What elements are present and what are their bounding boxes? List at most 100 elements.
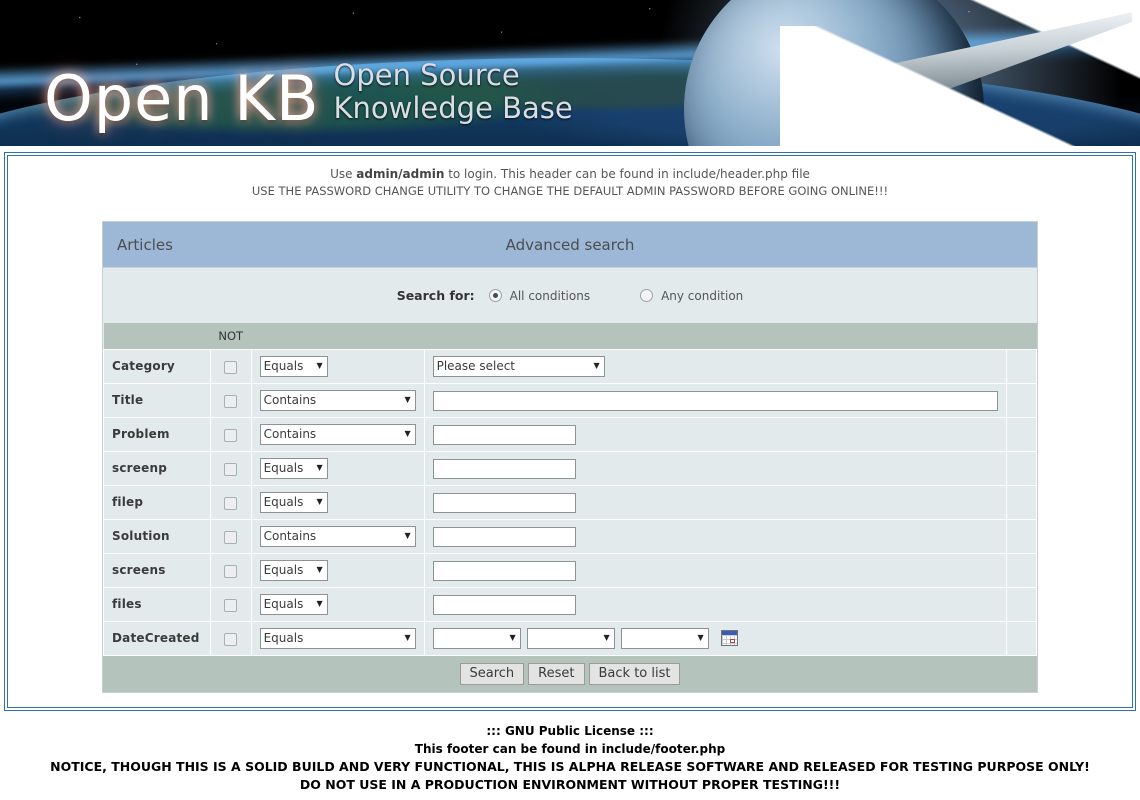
criteria-not-cell — [209, 484, 252, 520]
criteria-field-label: screens — [103, 552, 211, 588]
notice-credentials: admin/admin — [356, 167, 445, 181]
category-select[interactable]: Please select — [432, 355, 605, 377]
notice-post: to login. This header can be found in in… — [444, 167, 810, 181]
operator-select[interactable]: EqualsContains — [259, 627, 416, 649]
radio-all-conditions-indicator[interactable] — [488, 289, 502, 303]
criteria-value-cell — [423, 518, 1007, 554]
criteria-row: Solution EqualsContains▼ — [103, 518, 1038, 554]
logo-tagline: Open Source Knowledge Base — [334, 59, 573, 130]
criteria-row: files EqualsContains▼ — [103, 586, 1038, 622]
header-notice-line2: USE THE PASSWORD CHANGE UTILITY TO CHANG… — [251, 184, 889, 199]
not-checkbox[interactable] — [224, 428, 238, 442]
criteria-trailing-cell — [1005, 518, 1038, 554]
criteria-row: screens EqualsContains▼ — [103, 552, 1038, 588]
criteria-not-cell — [209, 586, 252, 622]
criteria-value-cell — [423, 416, 1007, 452]
radio-any-condition-label: Any condition — [661, 288, 744, 303]
search-button[interactable]: Search — [459, 662, 525, 685]
logo-tagline-line2: Knowledge Base — [333, 90, 573, 125]
criteria-field-label: files — [103, 586, 211, 622]
not-checkbox[interactable] — [224, 598, 238, 612]
criteria-operator-cell: EqualsContains▼ — [250, 620, 425, 656]
not-checkbox[interactable] — [224, 462, 238, 476]
criteria-header-not: NOT — [210, 323, 252, 350]
operator-select[interactable]: EqualsContains — [259, 457, 328, 479]
criteria-trailing-cell — [1005, 382, 1038, 418]
criteria-trailing-cell — [1005, 484, 1038, 520]
criteria-operator-cell: EqualsContains▼ — [250, 518, 425, 554]
not-checkbox[interactable] — [224, 394, 238, 408]
radio-all-conditions-label: All conditions — [509, 288, 591, 303]
footer-line-warning: DO NOT USE IN A PRODUCTION ENVIRONMENT W… — [299, 777, 841, 793]
criteria-trailing-cell — [1005, 620, 1038, 656]
criteria-row: DateCreated EqualsContains▼▼▼▼ — [103, 620, 1038, 656]
criteria-operator-cell: EqualsContains▼ — [250, 382, 425, 418]
not-checkbox[interactable] — [224, 530, 238, 544]
logo-tagline-line1: Open Source — [333, 58, 520, 93]
not-checkbox[interactable] — [224, 632, 238, 646]
operator-select[interactable]: EqualsContains — [259, 559, 328, 581]
page-panel-inner: Use admin/admin to login. This header ca… — [7, 155, 1133, 708]
not-checkbox[interactable] — [224, 360, 238, 374]
criteria-field-label: Title — [103, 382, 211, 418]
operator-select[interactable]: EqualsContains — [259, 355, 328, 377]
not-checkbox[interactable] — [224, 496, 238, 510]
criteria-trailing-cell — [1005, 416, 1038, 452]
criteria-trailing-cell — [1005, 552, 1038, 588]
radio-all-conditions[interactable]: All conditions — [488, 288, 591, 303]
criteria-field-label: DateCreated — [103, 620, 211, 656]
criteria-row: filep EqualsContains▼ — [103, 484, 1038, 520]
radio-any-condition-indicator[interactable] — [640, 289, 654, 303]
footer-line-notice: NOTICE, THOUGH THIS IS A SOLID BUILD AND… — [50, 758, 1090, 774]
operator-select[interactable]: EqualsContains — [259, 389, 416, 411]
site-logo: Open KB Open Source Knowledge Base — [44, 59, 573, 130]
card-title-left: Articles — [117, 235, 173, 254]
criteria-value-input[interactable] — [432, 526, 576, 547]
criteria-table-body: CategoryEqualsContains▼Please select▼Tit… — [103, 348, 1038, 656]
header-notice: Use admin/admin to login. This header ca… — [8, 166, 1132, 200]
date-part-select-3[interactable] — [620, 627, 709, 649]
criteria-row: Title EqualsContains▼ — [103, 382, 1038, 418]
operator-select[interactable]: EqualsContains — [259, 491, 328, 513]
search-for-label: Search for: — [396, 288, 475, 304]
criteria-not-cell — [209, 416, 252, 452]
criteria-value-input[interactable] — [432, 424, 576, 445]
criteria-value-input[interactable] — [432, 560, 576, 581]
criteria-value-cell — [423, 586, 1007, 622]
search-criteria-table: NOT Category EqualsContains▼ Please select… — [103, 323, 1038, 656]
calendar-picker-icon[interactable] — [720, 629, 738, 646]
criteria-not-cell — [209, 620, 252, 656]
card-title-center: Advanced search — [505, 235, 635, 254]
not-checkbox[interactable] — [224, 564, 238, 578]
criteria-value-input[interactable] — [432, 390, 998, 411]
notice-pre: Use — [330, 167, 357, 181]
criteria-field-label: Category — [103, 348, 211, 384]
operator-select[interactable]: EqualsContains — [259, 525, 416, 547]
criteria-not-cell — [209, 552, 252, 588]
radio-any-condition[interactable]: Any condition — [640, 289, 743, 303]
criteria-not-cell — [209, 348, 252, 384]
page-panel-outer: Use admin/admin to login. This header ca… — [4, 152, 1136, 711]
criteria-value-cell — [423, 484, 1007, 520]
site-footer: ::: GNU Public License ::: This footer c… — [0, 711, 1140, 796]
criteria-not-cell — [209, 382, 252, 418]
criteria-value-cell — [423, 382, 1007, 418]
criteria-trailing-cell — [1005, 348, 1038, 384]
date-part-select-1[interactable] — [432, 627, 521, 649]
criteria-value-input[interactable] — [432, 492, 576, 513]
footer-line-license: ::: GNU Public License ::: — [486, 723, 654, 738]
criteria-value-cell — [423, 552, 1007, 588]
criteria-header-rest — [251, 323, 1037, 350]
criteria-field-label: filep — [103, 484, 211, 520]
operator-select[interactable]: EqualsContains — [259, 593, 328, 615]
criteria-value-input[interactable] — [432, 458, 576, 479]
criteria-value-input[interactable] — [432, 594, 576, 615]
criteria-not-cell — [209, 518, 252, 554]
footer-line-location: This footer can be found in include/foot… — [414, 741, 726, 756]
reset-button[interactable]: Reset — [528, 662, 585, 685]
date-part-select-2[interactable] — [526, 627, 615, 649]
back-to-list-button[interactable]: Back to list — [588, 662, 681, 685]
operator-select[interactable]: EqualsContains — [259, 423, 416, 445]
criteria-field-label: screenp — [103, 450, 211, 486]
criteria-header-row: NOT — [103, 323, 1037, 350]
